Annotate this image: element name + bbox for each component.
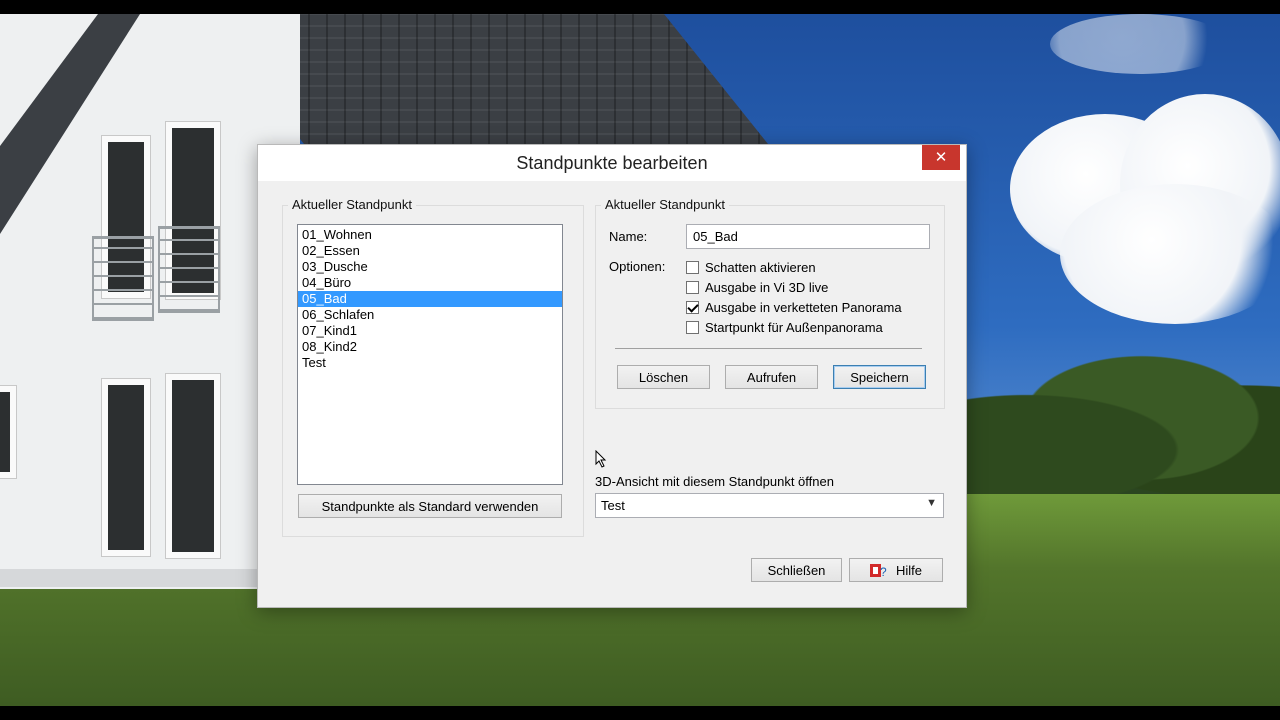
viewpoint-list-items: 01_Wohnen 02_Essen 03_Dusche 04_Büro 05_Bad 0… xyxy=(298,225,562,371)
dialog-titlebar: Standpunkte bearbeiten ✕ xyxy=(258,145,966,181)
help-button[interactable]: ? Hilfe xyxy=(849,558,943,582)
option-checkbox[interactable] xyxy=(686,280,699,294)
option-label: Ausgabe in Vi 3D live xyxy=(705,279,829,295)
options-label: Optionen: xyxy=(609,259,666,274)
open-3d-view-label: 3D-Ansicht mit diesem Standpunkt öffnen xyxy=(595,474,834,489)
balcony-railing xyxy=(158,226,220,313)
viewpoint-list-item[interactable]: Test xyxy=(298,355,562,371)
option-row[interactable]: Startpunkt für Außenpanorama xyxy=(686,318,883,336)
option-label: Startpunkt für Außenpanorama xyxy=(705,319,883,335)
cloud xyxy=(1050,14,1230,74)
delete-button[interactable]: Löschen xyxy=(617,365,710,389)
help-icon: ? xyxy=(869,564,887,578)
house-window xyxy=(166,374,220,558)
viewpoint-list-group-label: Aktueller Standpunkt xyxy=(288,197,416,212)
viewpoint-list-item[interactable]: 02_Essen xyxy=(298,243,562,259)
close-dialog-button[interactable]: Schließen xyxy=(751,558,842,582)
option-label: Ausgabe in verketteten Panorama xyxy=(705,299,902,315)
option-checkbox[interactable] xyxy=(686,300,699,314)
name-label: Name: xyxy=(609,229,648,244)
option-checkbox[interactable] xyxy=(686,260,699,274)
tree-line xyxy=(960,354,1280,514)
use-as-standard-button[interactable]: Standpunkte als Standard verwenden xyxy=(298,494,562,518)
option-row[interactable]: Ausgabe in Vi 3D live xyxy=(686,278,828,296)
viewpoint-list-item[interactable]: 01_Wohnen xyxy=(298,227,562,243)
option-row[interactable]: Schatten aktivieren xyxy=(686,258,816,276)
dialog-title: Standpunkte bearbeiten xyxy=(516,153,708,173)
balcony-railing xyxy=(92,236,154,321)
house-window xyxy=(102,379,150,556)
house-window xyxy=(0,386,16,478)
open-3d-view-value: Test xyxy=(601,498,625,513)
option-row[interactable]: Ausgabe in verketteten Panorama xyxy=(686,298,902,316)
separator xyxy=(615,348,922,349)
viewpoint-list-item[interactable]: 08_Kind2 xyxy=(298,339,562,355)
viewpoint-list-item[interactable]: 05_Bad xyxy=(298,291,562,307)
call-up-button[interactable]: Aufrufen xyxy=(725,365,818,389)
viewpoint-list-item[interactable]: 07_Kind1 xyxy=(298,323,562,339)
letterbox-bottom xyxy=(0,706,1280,720)
house-base xyxy=(0,569,260,587)
chevron-down-icon: ▼ xyxy=(926,497,937,509)
letterbox-top xyxy=(0,0,1280,14)
edit-viewpoints-dialog: Standpunkte bearbeiten ✕ Aktueller Stand… xyxy=(257,144,967,608)
svg-text:?: ? xyxy=(880,565,887,578)
open-3d-view-select[interactable]: Test ▼ xyxy=(595,493,944,518)
viewpoint-listbox[interactable]: 01_Wohnen 02_Essen 03_Dusche 04_Büro 05_Bad 0… xyxy=(297,224,563,485)
option-checkbox[interactable] xyxy=(686,320,699,334)
viewpoint-list-item[interactable]: 03_Dusche xyxy=(298,259,562,275)
mouse-cursor-icon xyxy=(595,450,607,468)
viewpoint-list-item[interactable]: 06_Schlafen xyxy=(298,307,562,323)
name-field[interactable]: 05_Bad xyxy=(686,224,930,249)
close-icon: ✕ xyxy=(934,149,948,166)
save-button[interactable]: Speichern xyxy=(833,365,926,389)
help-button-label: Hilfe xyxy=(895,563,922,578)
option-label: Schatten aktivieren xyxy=(705,259,816,275)
cloud xyxy=(1060,184,1280,324)
close-button[interactable]: ✕ xyxy=(922,145,960,170)
viewpoint-list-item[interactable]: 04_Büro xyxy=(298,275,562,291)
viewpoint-details-group-label: Aktueller Standpunkt xyxy=(601,197,729,212)
